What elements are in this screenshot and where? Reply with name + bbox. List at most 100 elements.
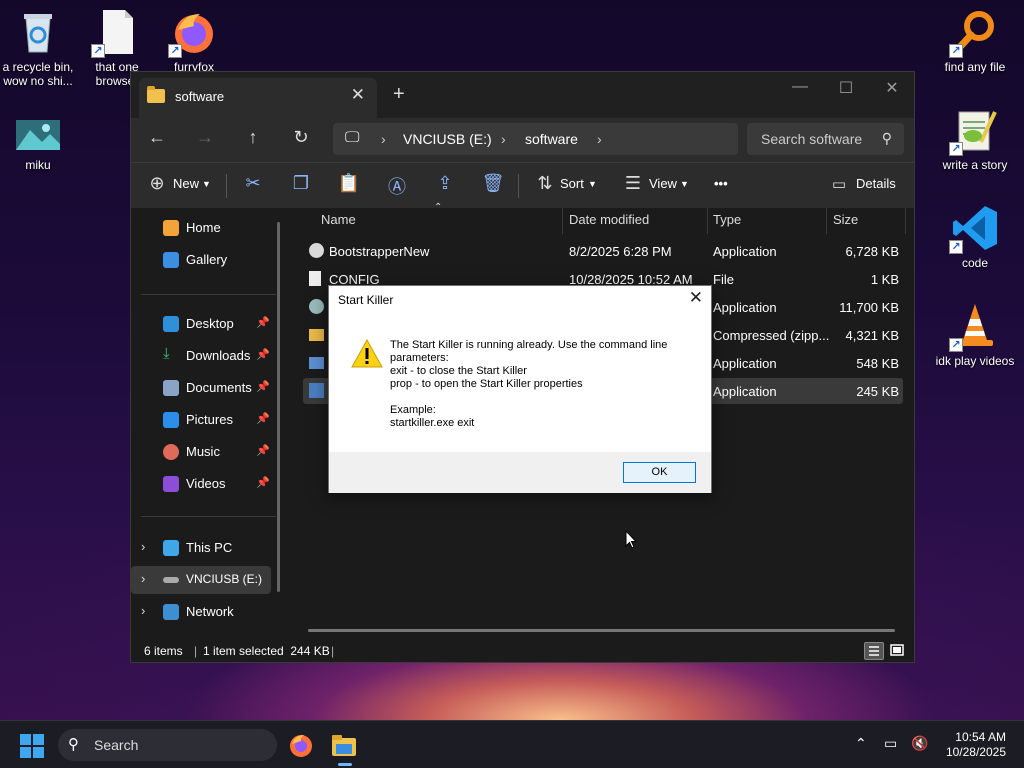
taskbar-file-explorer-button[interactable]: [330, 729, 360, 767]
horizontal-scrollbar[interactable]: [308, 629, 895, 632]
tab-title: software: [175, 89, 225, 104]
breadcrumb-folder[interactable]: software: [525, 131, 578, 147]
system-clock[interactable]: 10:54 AM 10/28/2025: [946, 730, 1006, 760]
search-box[interactable]: Search software ⚲: [747, 123, 904, 155]
pictures-icon: [163, 412, 179, 428]
vscode-icon: ↗: [949, 204, 999, 254]
pin-icon: 📌: [256, 477, 270, 489]
show-hidden-icons-chevron-icon[interactable]: ⌃: [855, 735, 867, 752]
desktop-icon-code[interactable]: ↗ code: [933, 204, 1017, 270]
documents-icon: [163, 380, 179, 396]
computer-icon: 🖵: [345, 129, 360, 146]
details-view-button[interactable]: [864, 642, 884, 660]
back-button[interactable]: ←: [142, 127, 172, 148]
desktop-icon-write-a-story[interactable]: ↗ write a story: [933, 106, 1017, 172]
close-tab-icon[interactable]: ✕: [351, 85, 365, 105]
nav-item-gallery[interactable]: Gallery: [131, 246, 271, 274]
thumbnail-view-button[interactable]: [888, 642, 908, 660]
nav-item-home[interactable]: Home: [131, 214, 271, 242]
file-row[interactable]: BootstrapperNew 8/2/2025 6:28 PM Applica…: [303, 238, 903, 264]
share-icon[interactable]: ⇪: [433, 173, 457, 194]
column-divider[interactable]: [826, 208, 827, 234]
nav-item-documents[interactable]: Documents 📌: [131, 374, 271, 402]
sort-ascending-icon: ⌃: [434, 202, 443, 213]
clock-time: 10:54 AM: [955, 730, 1006, 744]
paste-icon[interactable]: 📋: [337, 173, 361, 194]
tab-software[interactable]: software ✕: [139, 78, 377, 118]
nav-item-this-pc[interactable]: › This PC: [131, 534, 271, 562]
more-options-button[interactable]: •••: [714, 176, 728, 191]
desktop-icon-recycle-bin[interactable]: a recycle bin, wow no shi...: [0, 8, 80, 88]
application-icon: [309, 383, 324, 398]
nav-item-label: Videos: [186, 476, 226, 491]
taskbar-search-box[interactable]: ⚲ Search: [58, 729, 277, 761]
start-button[interactable]: [20, 734, 44, 758]
cut-icon[interactable]: ✂: [241, 173, 265, 194]
nav-item-vnciusb[interactable]: › VNCIUSB (E:): [131, 566, 271, 594]
column-divider[interactable]: [707, 208, 708, 234]
search-magnifier-icon: ↗: [949, 8, 999, 58]
column-divider[interactable]: [905, 208, 906, 234]
desktop-icon-find-any-file[interactable]: ↗ find any file: [933, 8, 1017, 74]
close-window-button[interactable]: ✕: [869, 78, 915, 98]
selection-info: 1 item selected 244 KB: [203, 644, 330, 658]
volume-muted-icon[interactable]: 🔇: [911, 735, 928, 752]
desktop-icon-idk-play-videos[interactable]: ↗ idk play videos: [933, 302, 1017, 368]
pin-icon: 📌: [256, 445, 270, 457]
pin-icon: 📌: [256, 349, 270, 361]
chevron-right-icon[interactable]: ›: [141, 539, 145, 554]
pin-icon: 📌: [256, 381, 270, 393]
column-header-type[interactable]: Type: [713, 212, 741, 227]
computer-icon: [163, 540, 179, 556]
file-name: BootstrapperNew: [329, 244, 430, 259]
delete-icon[interactable]: 🗑: [481, 173, 505, 194]
minimize-button[interactable]: —: [777, 78, 823, 96]
address-bar[interactable]: 🖵 › VNCIUSB (E:) › software ›: [333, 123, 738, 155]
image-thumbnail-icon: [16, 120, 60, 150]
taskbar-firefox-button[interactable]: [288, 732, 314, 758]
refresh-button[interactable]: ↻: [286, 127, 316, 148]
file-date: 8/2/2025 6:28 PM: [569, 244, 672, 259]
column-divider[interactable]: [562, 208, 563, 234]
nav-item-label: Documents: [186, 380, 252, 395]
chevron-right-icon[interactable]: ›: [141, 571, 145, 586]
breadcrumb-drive[interactable]: VNCIUSB (E:): [403, 131, 492, 147]
ok-button[interactable]: OK: [623, 462, 696, 483]
column-header-name[interactable]: Name: [321, 212, 356, 227]
nav-item-downloads[interactable]: ⤓ Downloads 📌: [131, 342, 271, 370]
nav-item-network[interactable]: › Network: [131, 598, 271, 626]
chevron-right-icon[interactable]: ›: [141, 603, 145, 618]
nav-item-desktop[interactable]: Desktop 📌: [131, 310, 271, 338]
copy-icon[interactable]: ❐: [289, 173, 313, 194]
column-header-date[interactable]: Date modified: [569, 212, 649, 227]
nav-item-videos[interactable]: Videos 📌: [131, 470, 271, 498]
maximize-button[interactable]: ☐: [823, 78, 869, 98]
column-header-size[interactable]: Size: [833, 212, 858, 227]
music-icon: [163, 444, 179, 460]
view-button[interactable]: View: [649, 176, 677, 191]
nav-item-label: Home: [186, 220, 221, 235]
details-button[interactable]: Details: [856, 176, 896, 191]
plus-circle-icon: ⊕: [149, 173, 165, 193]
new-button[interactable]: New: [173, 176, 199, 191]
recycle-bin-icon: [14, 8, 62, 56]
search-icon: ⚲: [881, 130, 892, 146]
file-type: Application: [713, 300, 777, 315]
rename-icon[interactable]: Ⓐ: [385, 173, 409, 199]
search-placeholder: Search software: [761, 131, 863, 147]
sort-button[interactable]: Sort: [560, 176, 584, 191]
desktop-icon-furryfox[interactable]: ↗ furryfox: [152, 8, 236, 74]
desktop-icon-miku[interactable]: miku: [0, 120, 80, 172]
network-display-icon[interactable]: ▭: [884, 735, 897, 752]
nav-item-pictures[interactable]: Pictures 📌: [131, 406, 271, 434]
start-killer-dialog: Start Killer ✕ The Start Killer is runni…: [328, 285, 712, 493]
file-type: File: [713, 272, 734, 287]
up-button[interactable]: ↑: [238, 127, 268, 148]
search-icon: ⚲: [68, 736, 79, 753]
nav-scrollbar[interactable]: [277, 222, 280, 592]
dialog-close-button[interactable]: ✕: [689, 288, 703, 308]
forward-button[interactable]: →: [190, 127, 220, 148]
nav-item-music[interactable]: Music 📌: [131, 438, 271, 466]
windows-logo-icon: [20, 734, 44, 758]
new-tab-button[interactable]: +: [393, 83, 405, 106]
